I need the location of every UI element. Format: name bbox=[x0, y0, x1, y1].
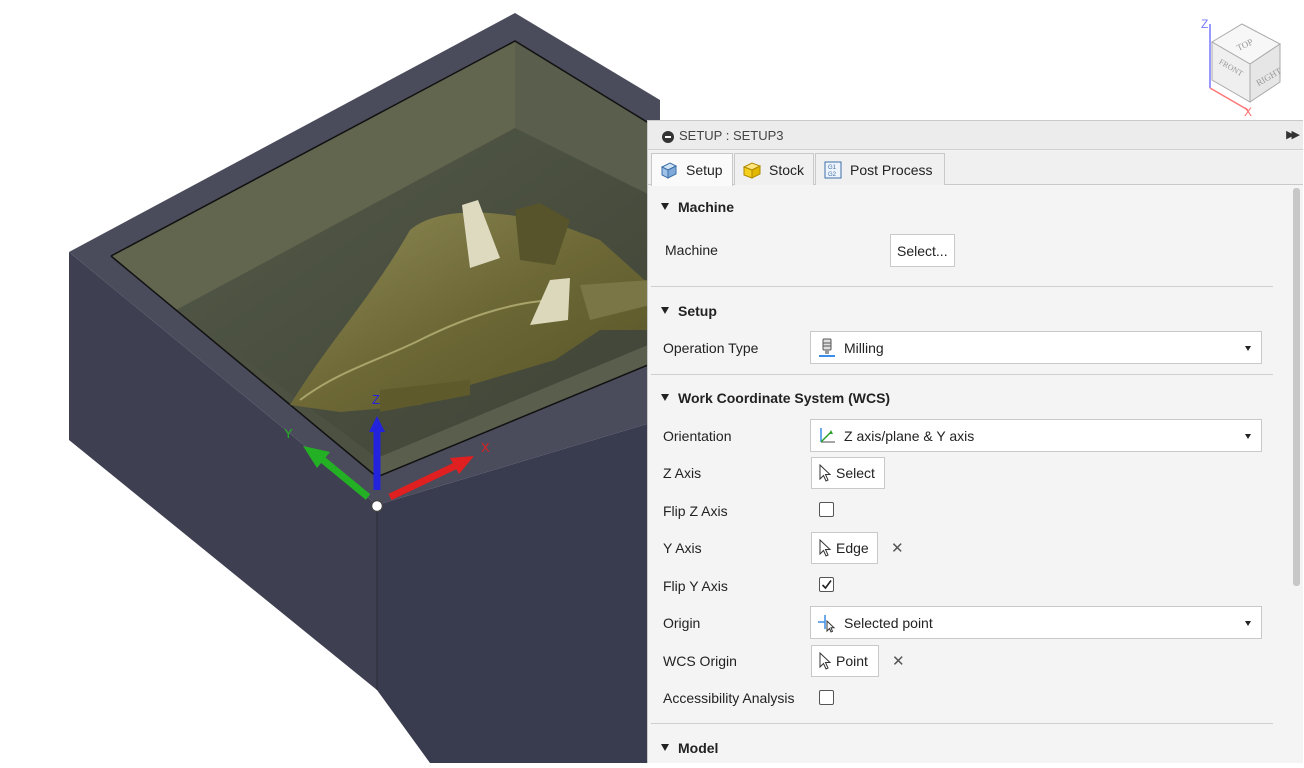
view-cube[interactable]: Z X TOP FRONT RIGHT bbox=[1196, 10, 1292, 119]
setup-icon bbox=[660, 161, 678, 179]
divider bbox=[651, 374, 1273, 375]
viewcube-x: X bbox=[1244, 105, 1252, 118]
collapse-triangle-icon bbox=[661, 394, 669, 401]
y-axis-label: Y bbox=[284, 426, 293, 441]
section-title: Setup bbox=[678, 303, 717, 319]
chevron-down-icon bbox=[1245, 434, 1251, 439]
collapse-triangle-icon bbox=[661, 744, 669, 751]
operation-type-label: Operation Type bbox=[663, 340, 759, 356]
cursor-arrow-icon bbox=[818, 538, 832, 557]
accessibility-analysis-checkbox[interactable] bbox=[819, 690, 834, 705]
button-label: Point bbox=[836, 653, 868, 669]
tab-label: Stock bbox=[769, 161, 805, 178]
z-axis-label: Z bbox=[372, 392, 380, 407]
orientation-value: Z axis/plane & Y axis bbox=[844, 427, 975, 444]
section-title: Work Coordinate System (WCS) bbox=[678, 390, 891, 406]
cursor-arrow-icon bbox=[818, 651, 832, 670]
origin-dropdown[interactable]: Selected point bbox=[810, 606, 1262, 639]
operation-type-dropdown[interactable]: Milling bbox=[810, 331, 1262, 364]
y-axis-label: Y Axis bbox=[663, 540, 702, 556]
collapse-icon[interactable] bbox=[662, 131, 674, 143]
panel-title: SETUP : SETUP3 bbox=[679, 128, 784, 143]
collapse-triangle-icon bbox=[661, 203, 669, 210]
section-setup-header[interactable]: Setup bbox=[661, 303, 717, 319]
operation-type-value: Milling bbox=[844, 339, 884, 356]
section-machine-header[interactable]: Machine bbox=[661, 199, 734, 215]
flip-z-axis-checkbox[interactable] bbox=[819, 502, 834, 517]
button-label: Select bbox=[836, 465, 875, 481]
collapse-triangle-icon bbox=[661, 307, 669, 314]
stock-icon bbox=[742, 161, 762, 179]
post-process-icon: G1 G2 bbox=[824, 161, 842, 179]
tab-post-process[interactable]: G1 G2 Post Process bbox=[815, 153, 945, 185]
cursor-arrow-icon bbox=[818, 463, 832, 482]
panel-scrollbar[interactable] bbox=[1293, 188, 1300, 586]
expand-arrows-icon[interactable]: ▶▶ bbox=[1286, 128, 1300, 141]
origin-label: Origin bbox=[663, 615, 701, 631]
tab-bar: Setup Stock G1 G2 Post Process bbox=[648, 151, 1303, 186]
flip-y-axis-checkbox[interactable] bbox=[819, 577, 834, 592]
orientation-dropdown[interactable]: Z axis/plane & Y axis bbox=[810, 419, 1262, 452]
setup-panel: SETUP : SETUP3 ▶▶ Setup Stock G1 G2 Post … bbox=[647, 120, 1303, 763]
chevron-down-icon bbox=[1245, 346, 1251, 351]
flip-z-axis-label: Flip Z Axis bbox=[663, 503, 728, 519]
section-title: Model bbox=[678, 740, 719, 756]
svg-text:G1: G1 bbox=[828, 165, 837, 171]
machine-label: Machine bbox=[665, 242, 718, 258]
panel-content: Machine Machine Select... Setup Operatio… bbox=[648, 185, 1291, 764]
section-wcs-header[interactable]: Work Coordinate System (WCS) bbox=[661, 390, 890, 406]
divider bbox=[651, 723, 1273, 724]
origin-value: Selected point bbox=[844, 614, 933, 631]
tab-label: Post Process bbox=[850, 161, 933, 178]
panel-header: SETUP : SETUP3 ▶▶ bbox=[648, 121, 1303, 150]
flip-y-axis-label: Flip Y Axis bbox=[663, 578, 728, 594]
accessibility-analysis-label: Accessibility Analysis bbox=[663, 690, 795, 706]
tab-stock[interactable]: Stock bbox=[734, 153, 814, 185]
section-model-header[interactable]: Model bbox=[661, 740, 718, 756]
y-axis-edge-button[interactable]: Edge bbox=[811, 532, 878, 564]
machine-select-button[interactable]: Select... bbox=[890, 234, 955, 267]
viewcube-z: Z bbox=[1201, 17, 1208, 31]
wcs-origin-label: WCS Origin bbox=[663, 653, 737, 669]
chevron-down-icon bbox=[1245, 621, 1251, 626]
z-axis-label: Z Axis bbox=[663, 465, 702, 481]
divider bbox=[651, 286, 1273, 287]
orientation-label: Orientation bbox=[663, 428, 732, 444]
clear-y-axis-icon[interactable]: ✕ bbox=[891, 539, 904, 557]
tab-label: Setup bbox=[686, 162, 723, 178]
tab-setup[interactable]: Setup bbox=[651, 153, 733, 186]
axis-orientation-icon bbox=[817, 426, 837, 446]
svg-text:G2: G2 bbox=[828, 172, 837, 178]
section-title: Machine bbox=[678, 199, 735, 215]
button-label: Edge bbox=[836, 540, 869, 556]
clear-wcs-origin-icon[interactable]: ✕ bbox=[892, 652, 905, 670]
wcs-origin-point-button[interactable]: Point bbox=[811, 645, 879, 677]
milling-icon bbox=[817, 338, 837, 358]
selected-point-icon bbox=[817, 613, 837, 633]
z-axis-select-button[interactable]: Select bbox=[811, 457, 885, 489]
x-axis-label: X bbox=[481, 440, 490, 455]
